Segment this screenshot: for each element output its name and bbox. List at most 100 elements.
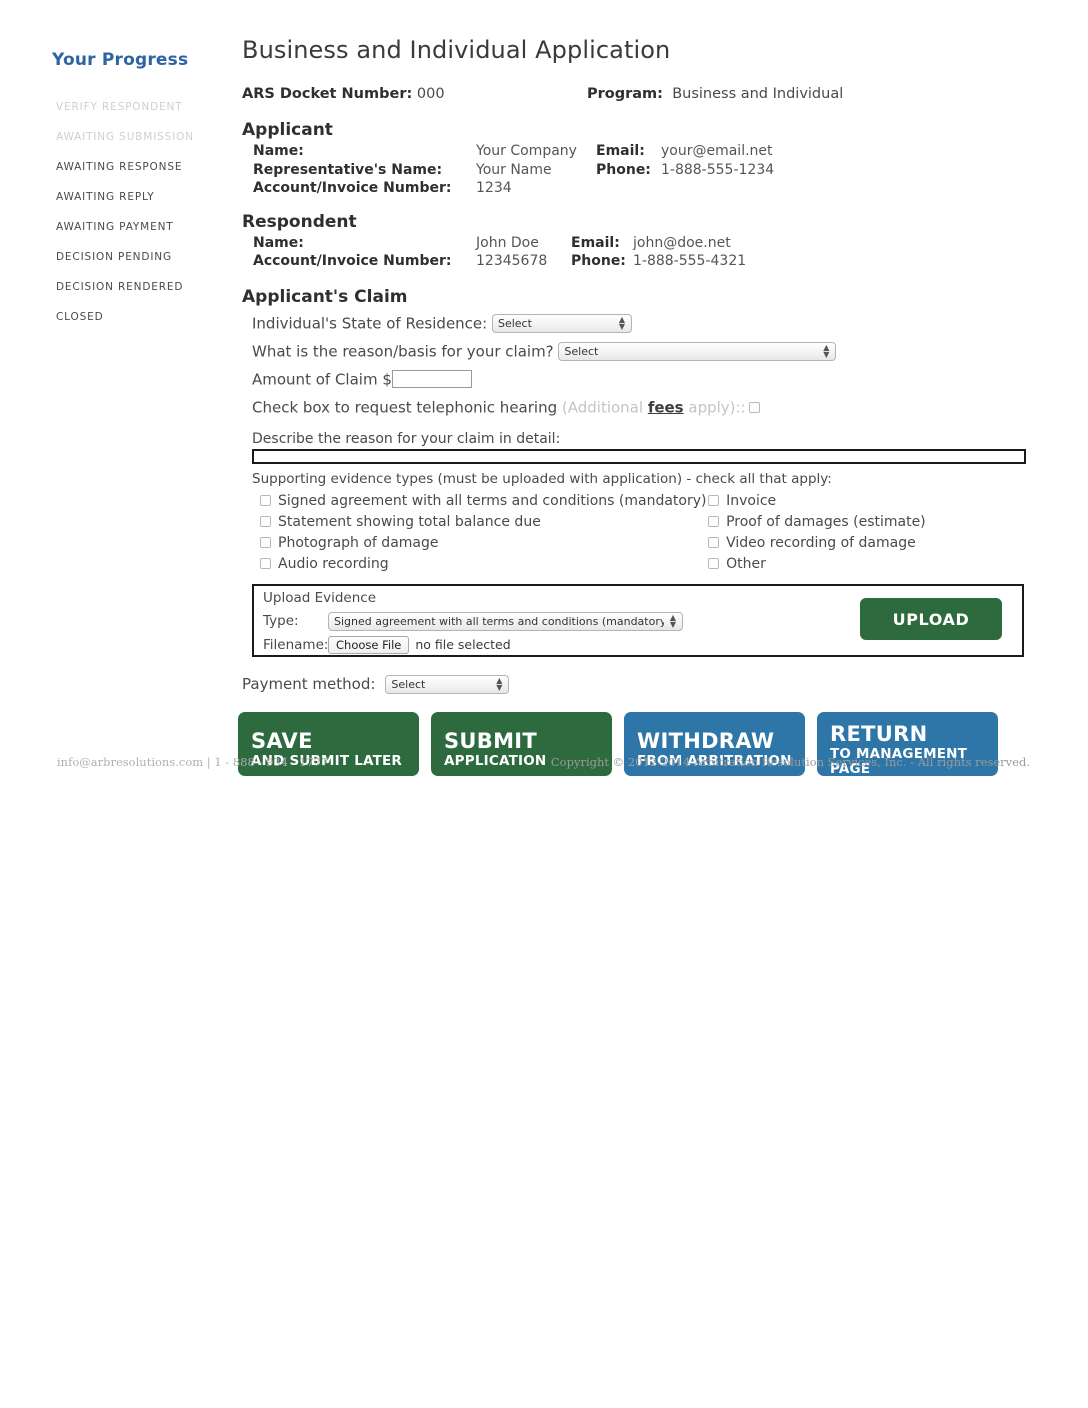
applicant-account-value: 1234 <box>476 180 512 196</box>
telephonic-hearing-label: Check box to request telephonic hearing <box>252 398 558 416</box>
choose-file-button[interactable]: Choose File <box>328 635 410 654</box>
evidence-column-left: Signed agreement with all terms and cond… <box>252 491 706 575</box>
evidence-label-statement-balance: Statement showing total balance due <box>278 513 541 530</box>
respondent-account-row: Account/Invoice Number: 12345678 Phone: … <box>253 252 1045 271</box>
applicant-name-row: Name: Your Company Email: your@email.net <box>253 142 1045 161</box>
amount-of-claim-label: Amount of Claim <box>252 370 378 388</box>
respondent-name-row: Name: John Doe Email: john@doe.net <box>253 234 1045 253</box>
payment-method-select[interactable]: Select <box>385 674 510 694</box>
evidence-item-photograph: Photograph of damage <box>252 533 695 554</box>
progress-step-decision-pending: DECISION PENDING <box>56 251 172 263</box>
main-content: Business and Individual Application ARS … <box>235 0 1045 776</box>
telephonic-note-post: apply):: <box>683 398 746 416</box>
payment-method-row: Payment method: Select ▲ ▼ <box>242 674 1045 694</box>
progress-step-awaiting-reply: AWAITING REPLY <box>56 191 155 203</box>
evidence-label-invoice: Invoice <box>726 492 777 509</box>
reason-basis-select[interactable]: Select <box>558 342 837 361</box>
evidence-note: Supporting evidence types (must be uploa… <box>252 470 832 487</box>
evidence-item-signed-agreement: Signed agreement with all terms and cond… <box>252 491 706 512</box>
program-label: Program: <box>587 86 663 102</box>
applicant-rep-label: Representative's Name: <box>253 161 443 178</box>
footer-contact: info@arbresolutions.com | 1 - 888 - 934 … <box>57 755 329 769</box>
save-button-line1: SAVE <box>251 728 313 753</box>
evidence-item-proof-of-damages: Proof of damages (estimate) <box>700 512 1020 533</box>
withdraw-button-line1: WITHDRAW <box>637 728 775 753</box>
applicant-rep-value: Your Name <box>476 161 552 178</box>
reason-basis-label: What is the reason/basis for your claim? <box>252 342 554 360</box>
amount-of-claim-row: Amount of Claim $ <box>252 365 1045 393</box>
progress-step-verify-respondent: VERIFY RESPONDENT <box>56 101 183 113</box>
payment-method-select-wrap: Select ▲ ▼ <box>385 674 510 694</box>
state-of-residence-select-wrap: Select ▲ ▼ <box>491 309 632 337</box>
upload-type-select-wrap: Signed agreement with all terms and cond… <box>328 611 683 631</box>
submit-button-line1: SUBMIT <box>444 728 538 753</box>
telephonic-note-pre: (Additional <box>561 398 648 416</box>
application-page: Your Progress VERIFY RESPONDENT AWAITING… <box>0 0 1088 1408</box>
docket-row: ARS Docket Number: 000 Program: Business… <box>242 86 1045 110</box>
describe-claim-textarea[interactable] <box>252 448 1026 464</box>
telephonic-hearing-checkbox[interactable] <box>748 401 760 413</box>
applicant-heading: Applicant <box>242 120 333 140</box>
program-block: Program: Business and Individual <box>587 86 843 102</box>
upload-evidence-panel: Upload Evidence Type: Signed agreement w… <box>252 583 1024 657</box>
applicant-email-label: Email: <box>596 143 645 159</box>
upload-filename-row: Filename: Choose File no file selected <box>263 635 511 654</box>
upload-filename-label: Filename: <box>263 636 329 653</box>
evidence-checkbox-audio[interactable] <box>260 558 271 569</box>
footer-copyright: Copyright © 2012-2014 Arbitration Resolu… <box>550 755 1030 769</box>
evidence-column-right: Invoice Proof of damages (estimate) Vide… <box>700 491 1020 575</box>
state-of-residence-label: Individual's State of Residence: <box>252 314 488 332</box>
evidence-checkbox-grid: Signed agreement with all terms and cond… <box>252 491 1022 575</box>
progress-step-decision-rendered: DECISION RENDERED <box>56 281 184 293</box>
respondent-name-value: John Doe <box>476 234 539 251</box>
no-file-selected-text: no file selected <box>415 637 511 652</box>
evidence-checkbox-other[interactable] <box>708 558 720 569</box>
applicant-account-label: Account/Invoice Number: <box>253 180 452 196</box>
respondent-heading: Respondent <box>242 211 357 232</box>
evidence-label-other: Other <box>726 555 766 572</box>
evidence-label-video: Video recording of damage <box>726 534 916 551</box>
evidence-item-statement-balance: Statement showing total balance due <box>252 512 695 533</box>
program-value: Business and Individual <box>672 86 844 102</box>
evidence-checkbox-invoice[interactable] <box>708 495 720 506</box>
applicant-rep-row: Representative's Name: Your Name Phone: … <box>253 161 1045 180</box>
fees-link[interactable]: fees <box>648 398 684 416</box>
reason-basis-row: What is the reason/basis for your claim?… <box>252 337 1045 365</box>
evidence-label-photograph: Photograph of damage <box>278 534 439 551</box>
state-of-residence-row: Individual's State of Residence: Select … <box>252 309 1045 337</box>
telephonic-hearing-row: Check box to request telephonic hearing … <box>252 393 1045 421</box>
respondent-account-label: Account/Invoice Number: <box>253 253 452 269</box>
evidence-label-proof-of-damages: Proof of damages (estimate) <box>726 513 926 530</box>
respondent-email-value: john@doe.net <box>633 234 731 251</box>
upload-type-label: Type: <box>263 613 299 629</box>
evidence-checkbox-proof-of-damages[interactable] <box>708 516 720 527</box>
evidence-item-invoice: Invoice <box>700 491 1020 512</box>
describe-claim-label: Describe the reason for your claim in de… <box>252 430 561 447</box>
page-title: Business and Individual Application <box>242 36 671 64</box>
amount-of-claim-input[interactable] <box>391 370 472 388</box>
evidence-checkbox-statement-balance[interactable] <box>260 516 271 527</box>
progress-step-closed: CLOSED <box>56 311 104 323</box>
upload-type-select[interactable]: Signed agreement with all terms and cond… <box>328 611 683 631</box>
respondent-phone-label: Phone: <box>571 253 626 269</box>
applicant-name-value: Your Company <box>476 143 577 159</box>
progress-step-awaiting-response: AWAITING RESPONSE <box>56 161 183 173</box>
progress-step-awaiting-payment: AWAITING PAYMENT <box>56 221 174 233</box>
evidence-label-audio: Audio recording <box>278 555 389 572</box>
payment-method-label: Payment method: <box>242 675 376 693</box>
progress-step-list: VERIFY RESPONDENT AWAITING SUBMISSION AW… <box>0 92 235 332</box>
state-of-residence-select[interactable]: Select <box>491 314 632 333</box>
respondent-name-label: Name: <box>253 234 304 251</box>
applicant-account-row: Account/Invoice Number: 1234 <box>253 179 1045 198</box>
return-button-line1: RETURN <box>830 721 928 746</box>
evidence-item-audio: Audio recording <box>252 554 695 575</box>
evidence-checkbox-signed-agreement[interactable] <box>260 495 271 506</box>
evidence-checkbox-video[interactable] <box>708 537 720 548</box>
respondent-email-label: Email: <box>571 234 620 251</box>
currency-symbol: $ <box>382 370 392 388</box>
applicant-email-value: your@email.net <box>661 143 773 159</box>
evidence-checkbox-photograph[interactable] <box>260 537 271 548</box>
upload-button[interactable]: UPLOAD <box>860 597 1002 640</box>
progress-sidebar: Your Progress VERIFY RESPONDENT AWAITING… <box>0 0 235 332</box>
respondent-account-value: 12345678 <box>476 253 548 269</box>
